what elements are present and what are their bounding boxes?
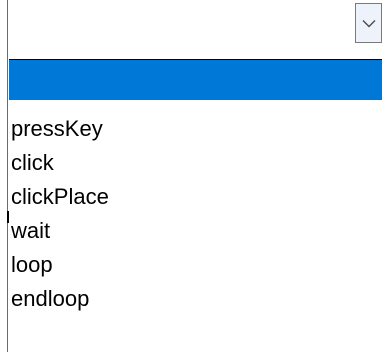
option-clickplace[interactable]: clickPlace	[9, 180, 382, 214]
chevron-down-icon	[362, 19, 375, 27]
option-loop[interactable]: loop	[9, 248, 382, 282]
option-endloop[interactable]: endloop	[9, 282, 382, 316]
option-empty[interactable]	[9, 60, 382, 100]
window-edge	[7, 0, 8, 352]
option-list: pressKey click clickPlace wait loop endl…	[9, 60, 382, 316]
combobox-screenshot: pressKey click clickPlace wait loop endl…	[0, 0, 382, 356]
dropdown-list[interactable]: pressKey click clickPlace wait loop endl…	[9, 59, 382, 356]
dropdown-button[interactable]	[355, 3, 382, 43]
option-wait[interactable]: wait	[9, 214, 382, 248]
option-presskey[interactable]: pressKey	[9, 112, 382, 146]
action-combobox[interactable]	[9, 0, 382, 49]
option-click[interactable]: click	[9, 146, 382, 180]
